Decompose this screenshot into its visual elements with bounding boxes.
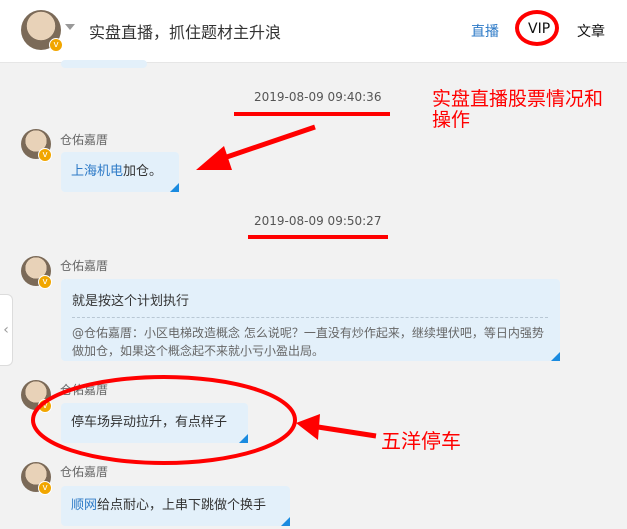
annotation-arrow (217, 124, 316, 163)
arrow-head (296, 414, 320, 440)
annotation-arrow (317, 424, 377, 439)
annotation-text: 五洋停车 (381, 429, 461, 453)
highlight-ellipse (31, 375, 297, 465)
annotation-text: 实盘直播股票情况和操作 (432, 88, 604, 131)
annotation-overlay (31, 112, 390, 465)
arrow-head (196, 146, 232, 170)
